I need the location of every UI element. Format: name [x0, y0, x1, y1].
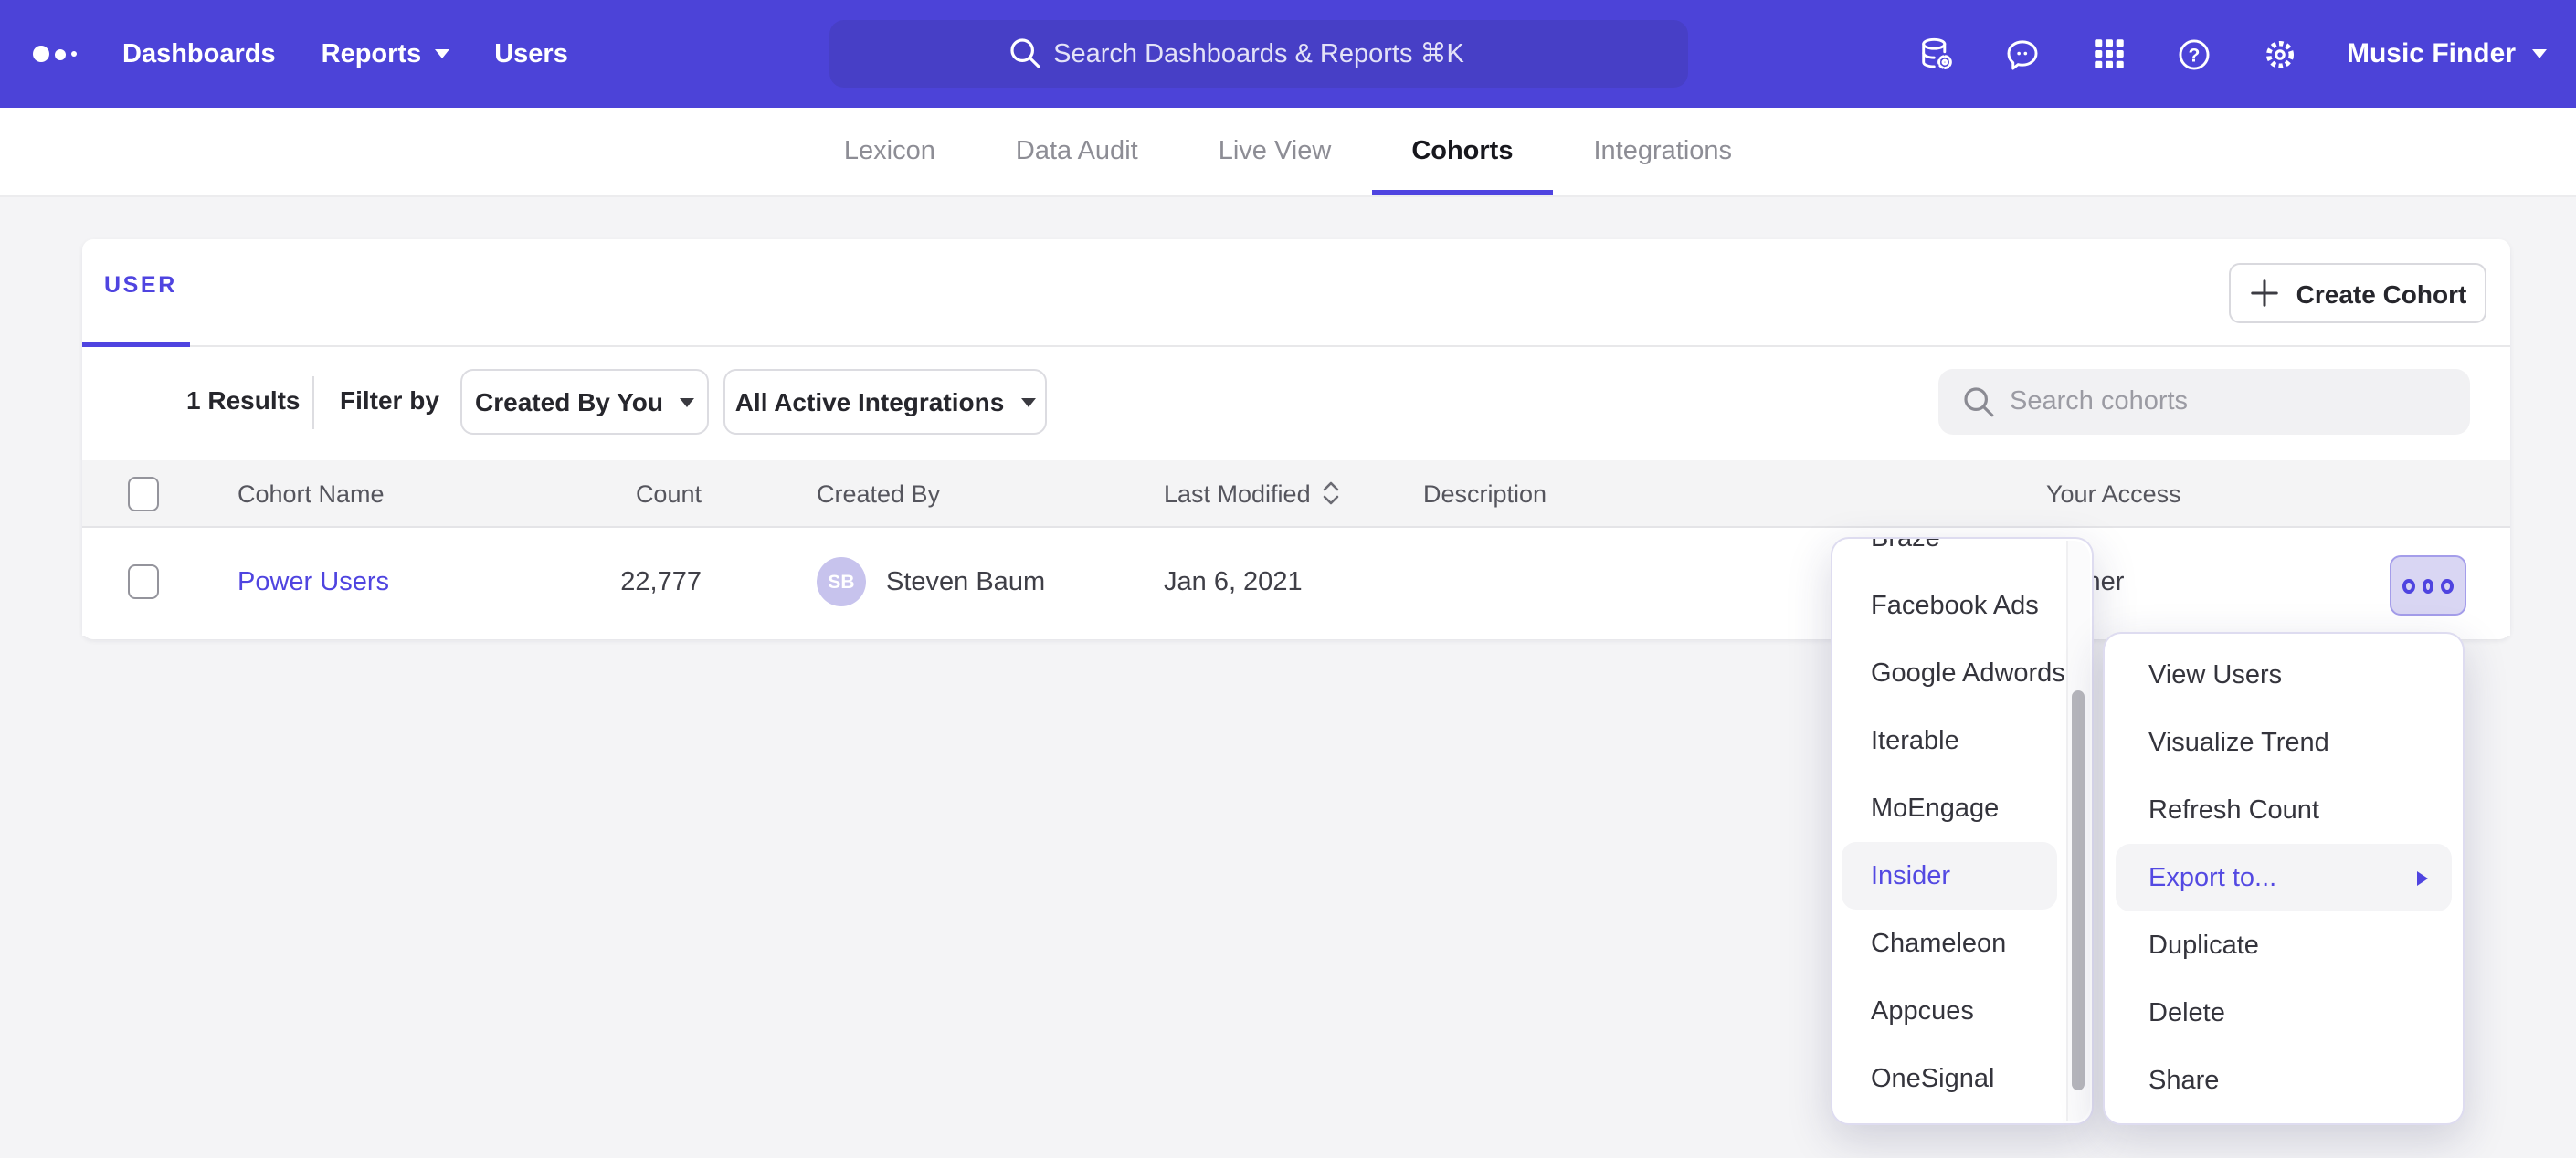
global-search-input[interactable] — [829, 20, 1688, 88]
menu-item-visualize-trend[interactable]: Visualize Trend — [2105, 709, 2463, 776]
cohort-name-cell: Power Users — [238, 528, 389, 636]
apps-grid-icon[interactable] — [2089, 34, 2129, 74]
search-icon — [1960, 384, 1997, 420]
column-created-by[interactable]: Created By — [817, 460, 940, 526]
avatar: SB — [817, 557, 866, 606]
column-count[interactable]: Count — [521, 460, 702, 526]
count-cell: 22,777 — [521, 528, 702, 636]
global-search[interactable] — [829, 20, 1688, 88]
nav-item-dashboards[interactable]: Dashboards — [122, 39, 276, 68]
menu-item-share[interactable]: Share — [2105, 1047, 2463, 1114]
top-navbar: Dashboards Reports Users — [0, 0, 2576, 108]
project-switcher[interactable]: Music Finder — [2347, 38, 2547, 69]
tab-data-audit[interactable]: Data Audit — [1012, 108, 1142, 195]
cohort-link[interactable]: Power Users — [238, 567, 389, 596]
submenu-item-google-adwords[interactable]: Google Adwords — [1832, 639, 2066, 707]
results-count: 1 Results — [186, 385, 301, 415]
submenu-item-moengage[interactable]: MoEngage — [1832, 774, 2066, 842]
svg-text:?: ? — [2190, 45, 2201, 66]
menu-item-export-to[interactable]: Export to... — [2116, 844, 2452, 911]
divider — [312, 376, 314, 429]
column-description[interactable]: Description — [1423, 460, 1547, 526]
chevron-down-icon — [1020, 397, 1035, 406]
tab-cohorts[interactable]: Cohorts — [1408, 108, 1516, 195]
select-all-checkbox[interactable] — [128, 477, 159, 511]
nav-item-reports[interactable]: Reports — [322, 39, 449, 68]
submenu-item-insider[interactable]: Insider — [1842, 842, 2057, 910]
export-destinations-submenu: Braze Facebook Ads Google Adwords Iterab… — [1831, 537, 2094, 1125]
settings-gear-icon[interactable] — [2261, 34, 2301, 74]
data-management-icon[interactable] — [1917, 34, 1958, 74]
nav-item-label: Reports — [322, 39, 422, 68]
search-icon — [1007, 35, 1043, 71]
cohort-search[interactable] — [1938, 369, 2470, 435]
integrations-filter-dropdown[interactable]: All Active Integrations — [723, 369, 1047, 435]
menu-item-refresh-count[interactable]: Refresh Count — [2105, 776, 2463, 844]
submenu-item-onesignal[interactable]: OneSignal — [1832, 1045, 2066, 1112]
row-checkbox[interactable] — [128, 564, 159, 599]
tab-live-view[interactable]: Live View — [1215, 108, 1336, 195]
menu-item-duplicate[interactable]: Duplicate — [2105, 911, 2463, 979]
menu-item-view-users[interactable]: View Users — [2105, 641, 2463, 709]
nav-left: Dashboards Reports Users — [33, 0, 568, 108]
created-by-cell: SB Steven Baum — [817, 528, 1045, 636]
cohorts-card: USER Create Cohort 1 Results Filter by C… — [82, 239, 2510, 639]
submenu-item-chameleon[interactable]: Chameleon — [1832, 910, 2066, 977]
dot-icon — [2442, 578, 2454, 593]
column-cohort-name[interactable]: Cohort Name — [238, 460, 385, 526]
plus-icon — [2249, 278, 2280, 309]
nav-item-label: Dashboards — [122, 39, 276, 68]
created-by-filter-dropdown[interactable]: Created By You — [460, 369, 709, 435]
help-icon[interactable]: ? — [2175, 34, 2215, 74]
tab-lexicon[interactable]: Lexicon — [840, 108, 939, 195]
nav-item-users[interactable]: Users — [494, 39, 568, 68]
submenu-item-facebook-ads[interactable]: Facebook Ads — [1832, 572, 2066, 639]
table-row: Power Users 22,777 SB Steven Baum Jan 6,… — [82, 528, 2510, 636]
chevron-down-icon — [2532, 49, 2547, 58]
submenu-scrollbar-track[interactable] — [2066, 541, 2090, 1121]
column-your-access[interactable]: Your Access — [2046, 460, 2181, 526]
mixpanel-logo-icon[interactable] — [33, 46, 77, 62]
tab-integrations[interactable]: Integrations — [1590, 108, 1737, 195]
chevron-down-icon — [434, 49, 449, 58]
row-context-menu: View Users Visualize Trend Refresh Count… — [2103, 632, 2465, 1125]
submenu-item-braze[interactable]: Braze — [1832, 537, 2066, 572]
nav-right: ? Music Finder — [1917, 0, 2547, 108]
nav-item-label: Users — [494, 39, 568, 68]
table-header: Cohort Name Count Created By Last Modifi… — [82, 460, 2510, 528]
divider — [82, 345, 2510, 347]
submenu-item-iterable[interactable]: Iterable — [1832, 707, 2066, 774]
filter-by-label: Filter by — [340, 385, 439, 415]
app-viewport: Dashboards Reports Users — [0, 0, 2576, 1158]
submenu-arrow-icon — [2417, 870, 2428, 885]
creator-name: Steven Baum — [886, 567, 1045, 596]
dot-icon — [2402, 578, 2414, 593]
dot-icon — [2422, 578, 2433, 593]
more-actions-button[interactable] — [2390, 555, 2466, 616]
tab-user-cohorts[interactable]: USER — [104, 272, 177, 298]
chevron-down-icon — [680, 397, 694, 406]
sort-icon — [1322, 480, 1342, 506]
menu-item-delete[interactable]: Delete — [2105, 979, 2463, 1047]
export-destinations-list: Braze Facebook Ads Google Adwords Iterab… — [1832, 537, 2066, 1112]
cohort-search-input[interactable] — [1938, 369, 2470, 435]
submenu-item-appcues[interactable]: Appcues — [1832, 977, 2066, 1045]
submenu-scrollbar-thumb[interactable] — [2072, 690, 2085, 1090]
active-tab-indicator — [82, 342, 190, 347]
last-modified-cell: Jan 6, 2021 — [1164, 528, 1303, 636]
create-cohort-button[interactable]: Create Cohort — [2229, 263, 2486, 323]
section-tabbar: Lexicon Data Audit Live View Cohorts Int… — [0, 108, 2576, 197]
project-name: Music Finder — [2347, 38, 2516, 69]
column-last-modified[interactable]: Last Modified — [1164, 460, 1342, 526]
feedback-icon[interactable] — [2003, 34, 2043, 74]
section-tabs: Lexicon Data Audit Live View Cohorts Int… — [0, 108, 2576, 195]
